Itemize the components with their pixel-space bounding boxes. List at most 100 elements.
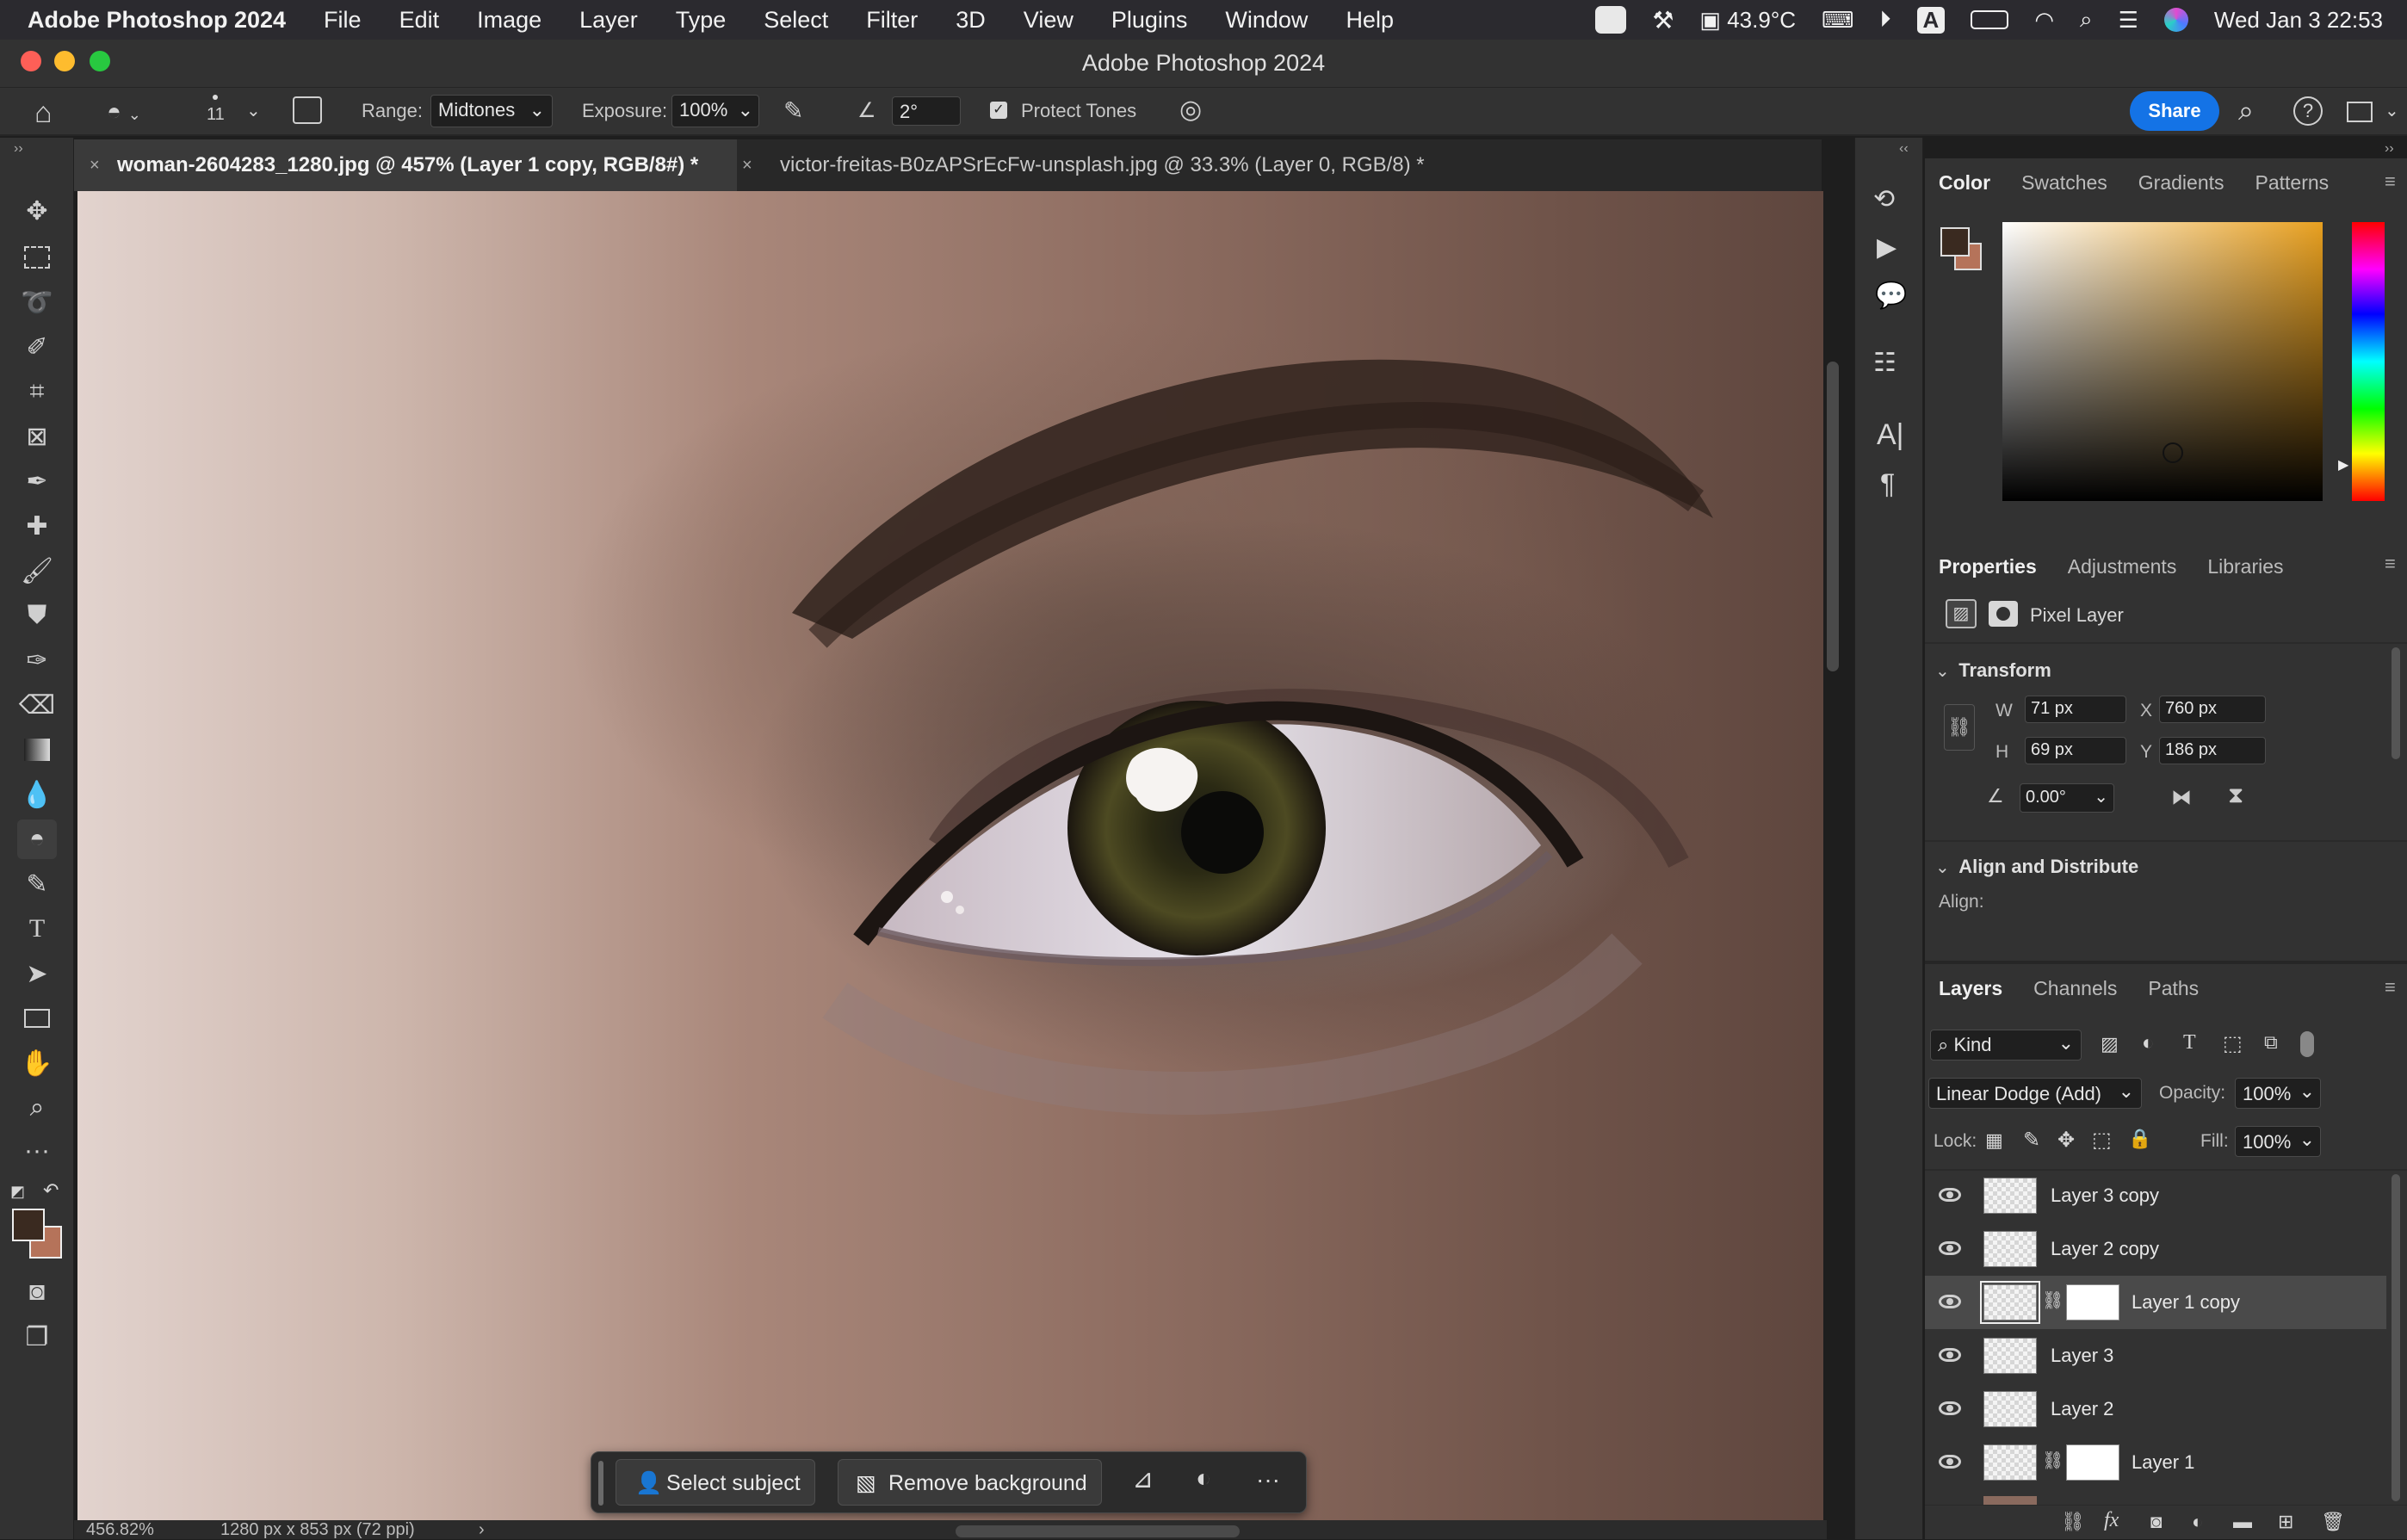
battery-icon[interactable] <box>1971 10 2009 29</box>
menu-3d[interactable]: 3D <box>956 7 986 34</box>
menu-view[interactable]: View <box>1024 7 1074 34</box>
tools-status-icon[interactable]: ⚒ <box>1652 6 1674 34</box>
layer-row-layer-2-copy[interactable]: Layer 2 copy <box>1925 1222 2386 1276</box>
tab-color[interactable]: Color <box>1939 171 1990 195</box>
tab-adjustments[interactable]: Adjustments <box>2068 555 2177 578</box>
layer-filter-select[interactable]: ⌕ Kind ⌄ <box>1930 1030 2082 1061</box>
chevron-down-icon[interactable]: ⌄ <box>2385 100 2399 121</box>
tool-preset-picker[interactable]: ◓ ⌄ <box>107 98 141 126</box>
expand-panels-icon[interactable]: ›› <box>2385 141 2394 157</box>
play-circle-icon[interactable]: ⏵ <box>1880 6 1891 34</box>
opacity-input[interactable]: 100% ⌄ <box>2235 1078 2321 1109</box>
default-colors-icon[interactable]: ◩ <box>10 1183 25 1201</box>
lock-image-icon[interactable]: ✎ <box>2023 1128 2040 1153</box>
rotation-input[interactable]: 0.00° ⌄ <box>2020 783 2114 813</box>
layer-row-layer-3[interactable]: Layer 3 <box>1925 1329 2386 1382</box>
layer-mask-thumbnail[interactable] <box>2066 1444 2119 1481</box>
close-tab-icon[interactable]: × <box>742 139 752 191</box>
search-icon[interactable]: ⌕ <box>2080 6 2093 34</box>
layers-scrollbar[interactable] <box>2392 1174 2400 1501</box>
wifi-icon[interactable]: ◠ <box>2034 7 2054 34</box>
siri-icon[interactable] <box>2163 8 2188 32</box>
x-input[interactable]: 760 px <box>2159 696 2266 723</box>
paragraph-panel-icon[interactable]: ¶ <box>1880 468 1895 500</box>
help-icon[interactable]: ? <box>2293 96 2323 126</box>
character-panel-icon[interactable]: A| <box>1877 418 1904 452</box>
tab-gradients[interactable]: Gradients <box>2138 171 2224 195</box>
type-tool-icon[interactable]: T <box>17 909 57 949</box>
eyedropper-tool-icon[interactable]: ✒ <box>17 461 57 501</box>
link-layers-icon[interactable]: ⛓ <box>2061 1511 2085 1533</box>
color-fg-swatch[interactable] <box>1940 227 1970 257</box>
layer-style-icon[interactable]: fx <box>2104 1509 2119 1532</box>
menu-select[interactable]: Select <box>764 7 828 34</box>
tab-layers[interactable]: Layers <box>1939 977 2002 1000</box>
app-menu[interactable]: Adobe Photoshop 2024 <box>28 7 286 34</box>
layer-mask-thumbnail[interactable] <box>2066 1284 2119 1320</box>
brush-settings-icon[interactable] <box>293 96 322 124</box>
clone-stamp-tool-icon[interactable]: ⛊ <box>17 596 57 635</box>
collapse-panel-icon[interactable]: ›› <box>14 141 23 157</box>
menu-filter[interactable]: Filter <box>866 7 918 34</box>
color-field[interactable] <box>2002 222 2323 501</box>
width-input[interactable]: 71 px <box>2025 696 2126 723</box>
screen-mode-icon[interactable]: ❐ <box>17 1317 57 1357</box>
filter-type-icon[interactable]: T <box>2183 1031 2196 1054</box>
eraser-tool-icon[interactable]: ⌫ <box>17 685 57 725</box>
filter-adjustment-icon[interactable]: ◐ <box>2142 1031 2155 1055</box>
transform-section-toggle[interactable]: ⌄ Transform <box>1935 659 2051 682</box>
tab-channels[interactable]: Channels <box>2033 977 2117 1000</box>
filter-shape-icon[interactable]: ⬚ <box>2223 1031 2243 1056</box>
brush-angle-input[interactable]: 2° <box>892 96 961 126</box>
new-layer-icon[interactable]: ⊞ <box>2278 1511 2293 1533</box>
collapse-strip-icon[interactable]: ‹‹ <box>1899 141 1909 157</box>
control-center-icon[interactable]: ☰ <box>2119 7 2138 34</box>
menu-window[interactable]: Window <box>1225 7 1308 34</box>
height-input[interactable]: 69 px <box>2025 737 2126 764</box>
drag-handle[interactable] <box>598 1461 603 1506</box>
panel-menu-icon[interactable]: ≡ <box>2385 976 2396 999</box>
pressure-size-icon[interactable]: ◎ <box>1179 95 1202 125</box>
flip-horizontal-icon[interactable]: ⧓ <box>2171 785 2192 810</box>
brush-tool-icon[interactable]: 🖌 <box>17 551 57 591</box>
canvas-scroll-thumb[interactable] <box>1827 362 1839 671</box>
constrain-proportions-toggle[interactable]: ⛓ <box>1944 704 1975 751</box>
quick-mask-icon[interactable]: ◙ <box>17 1272 57 1312</box>
pixel-layer-icon[interactable]: ▨ <box>1946 599 1977 628</box>
more-tools-icon[interactable]: ··· <box>17 1131 57 1171</box>
chevron-down-icon[interactable]: ⌄ <box>246 100 261 121</box>
gradient-tool-icon[interactable] <box>17 730 57 770</box>
range-select[interactable]: Midtones ⌄ <box>430 95 553 127</box>
visibility-eye-icon[interactable] <box>1939 1401 1961 1415</box>
brush-size-picker[interactable]: 11 <box>207 91 225 125</box>
zoom-tool-icon[interactable]: ⌕ <box>17 1088 57 1128</box>
select-subject-button[interactable]: 👤 Select subject <box>616 1459 815 1506</box>
delete-layer-icon[interactable]: 🗑 <box>2321 1511 2345 1533</box>
flip-vertical-icon[interactable]: ⧗ <box>2228 782 2243 809</box>
home-icon[interactable]: ⌂ <box>34 96 53 130</box>
visibility-eye-icon[interactable] <box>1939 1455 1961 1469</box>
frame-tool-icon[interactable]: ⊠ <box>17 417 57 456</box>
marquee-tool-icon[interactable] <box>17 238 57 277</box>
color-picker-ring[interactable] <box>2163 442 2183 463</box>
canvas-horizontal-scroll-thumb[interactable] <box>956 1525 1240 1537</box>
tool-presets-panel-icon[interactable]: ☷ <box>1873 348 1897 378</box>
visibility-eye-icon[interactable] <box>1939 1348 1961 1362</box>
panel-menu-icon[interactable]: ≡ <box>2385 553 2396 575</box>
quick-selection-tool-icon[interactable]: ✐ <box>17 327 57 367</box>
move-tool-icon[interactable]: ✥ <box>17 191 57 231</box>
workspace-icon[interactable] <box>2347 102 2373 122</box>
menu-plugins[interactable]: Plugins <box>1111 7 1188 34</box>
document-dimensions[interactable]: 1280 px x 853 px (72 ppi) <box>220 1520 415 1540</box>
new-adjustment-icon[interactable]: ◐ <box>2192 1511 2203 1533</box>
foreground-color-swatch[interactable] <box>12 1209 45 1241</box>
adjust-icon[interactable]: ◐ <box>1196 1464 1211 1494</box>
more-options-button[interactable]: ··· <box>1256 1466 1280 1494</box>
close-tab-icon[interactable]: × <box>90 139 100 191</box>
tab-swatches[interactable]: Swatches <box>2021 171 2107 195</box>
actions-panel-icon[interactable]: ▶ <box>1877 232 1897 263</box>
healing-brush-tool-icon[interactable]: ✚ <box>17 506 57 546</box>
crop-tool-icon[interactable]: ⌗ <box>17 372 57 411</box>
menu-image[interactable]: Image <box>477 7 541 34</box>
layer-row-layer-1-copy[interactable]: ⛓ Layer 1 copy <box>1925 1276 2386 1329</box>
